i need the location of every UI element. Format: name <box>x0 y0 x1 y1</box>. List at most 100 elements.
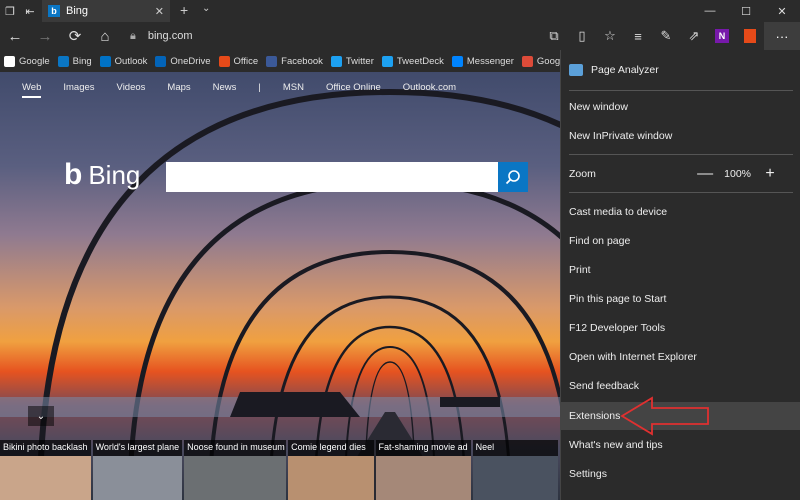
search-button[interactable] <box>498 162 528 192</box>
favorite-item[interactable]: OneDrive <box>155 55 211 67</box>
favorite-item[interactable]: Google <box>4 55 50 67</box>
menu-page-analyzer[interactable]: Page Analyzer <box>561 56 800 84</box>
office-icon[interactable] <box>736 22 764 50</box>
favorite-item[interactable]: Facebook <box>266 55 323 67</box>
news-card[interactable]: Fat-shaming movie ad <box>375 440 471 500</box>
web-note-icon[interactable]: ✎ <box>652 22 680 50</box>
new-tab-icon[interactable]: + <box>180 2 188 18</box>
favorite-star-icon[interactable]: ☆ <box>596 22 624 50</box>
hub-icon[interactable]: ≡ <box>624 22 652 50</box>
news-card[interactable]: Neel <box>472 440 558 500</box>
zoom-in-button[interactable]: + <box>759 165 781 183</box>
close-window-button[interactable]: ✕ <box>764 0 800 22</box>
collapse-news-button[interactable]: ⌄ <box>28 406 54 426</box>
maximize-button[interactable]: ☐ <box>728 0 764 22</box>
news-thumbnail <box>288 456 374 500</box>
favorite-icon <box>451 55 463 67</box>
favorite-icon <box>4 55 15 67</box>
bing-nav-link[interactable]: News <box>213 82 237 98</box>
menu-print[interactable]: Print <box>561 256 800 284</box>
onenote-icon[interactable]: N <box>708 22 736 50</box>
favorite-icon <box>218 55 230 67</box>
tab-manager-icon[interactable]: ❐ <box>0 0 20 22</box>
news-card[interactable]: World's largest plane <box>92 440 183 500</box>
news-thumbnail <box>375 456 471 500</box>
favorite-icon <box>57 55 69 67</box>
favorite-icon <box>330 55 342 67</box>
news-thumbnail <box>472 456 558 500</box>
news-caption: Neel <box>472 440 558 456</box>
chevron-down-icon[interactable]: ⌄ <box>202 3 210 14</box>
search-input[interactable] <box>166 162 498 192</box>
url-text: bing.com <box>147 30 193 42</box>
news-thumbnail <box>184 456 287 500</box>
minimize-button[interactable]: — <box>692 0 728 22</box>
menu-settings[interactable]: Settings <box>561 460 800 488</box>
search-icon <box>505 170 520 185</box>
address-bar[interactable]: 🔒︎ bing.com <box>130 22 193 50</box>
menu-new-window[interactable]: New window <box>561 93 800 121</box>
favorite-icon <box>99 55 111 67</box>
bing-nav-link[interactable]: Web <box>22 82 42 98</box>
extension-icon[interactable]: ⧉ <box>540 22 568 50</box>
menu-extensions[interactable]: Extensions <box>561 402 800 430</box>
menu-pin-to-start[interactable]: Pin this page to Start <box>561 285 800 313</box>
bing-nav-link[interactable]: Videos <box>117 82 146 98</box>
favorite-icon <box>381 55 393 67</box>
bing-nav-link[interactable]: Images <box>63 82 94 98</box>
menu-cast-media[interactable]: Cast media to device <box>561 198 800 226</box>
favorite-icon <box>521 55 533 67</box>
title-bar: ❐ ⇤ b Bing ✕ + ⌄ — ☐ ✕ <box>0 0 800 22</box>
favorite-label: Office <box>233 55 259 67</box>
bing-nav-link[interactable]: MSN <box>283 82 304 98</box>
news-card[interactable]: Noose found in museum <box>184 440 287 500</box>
bing-favicon: b <box>48 5 60 17</box>
nav-separator: | <box>258 82 261 93</box>
news-caption: Noose found in museum <box>184 440 287 456</box>
menu-zoom: Zoom — 100% + <box>561 160 800 188</box>
bing-nav-link[interactable]: Office Online <box>326 82 381 98</box>
menu-find-on-page[interactable]: Find on page <box>561 227 800 255</box>
menu-send-feedback[interactable]: Send feedback <box>561 372 800 400</box>
menu-f12-tools[interactable]: F12 Developer Tools <box>561 314 800 342</box>
bing-nav-link[interactable]: Maps <box>167 82 190 98</box>
share-icon[interactable]: ⇗ <box>680 22 708 50</box>
favorite-label: Outlook <box>114 55 148 67</box>
tab-bing[interactable]: b Bing ✕ <box>42 0 170 22</box>
menu-whats-new[interactable]: What's new and tips <box>561 431 800 459</box>
bing-b-icon: b <box>64 158 83 191</box>
bing-nav-link[interactable]: Outlook.com <box>403 82 456 98</box>
news-card[interactable]: Bikini photo backlash <box>0 440 91 500</box>
back-button[interactable]: ← <box>0 22 30 50</box>
favorite-item[interactable]: TweetDeck <box>381 55 444 67</box>
favorite-item[interactable]: Outlook <box>99 55 148 67</box>
pier-arches-image <box>0 88 560 500</box>
news-thumbnail <box>0 456 91 500</box>
menu-new-inprivate-window[interactable]: New InPrivate window <box>561 122 800 150</box>
tab-back-icon[interactable]: ⇤ <box>20 0 40 22</box>
zoom-out-button[interactable]: — <box>694 165 716 183</box>
page-analyzer-icon <box>569 64 583 76</box>
favorite-label: OneDrive <box>170 55 211 67</box>
favorite-label: Messenger <box>466 55 514 67</box>
menu-open-with-ie[interactable]: Open with Internet Explorer <box>561 343 800 371</box>
favorite-item[interactable]: Twitter <box>330 55 374 67</box>
zoom-value: 100% <box>724 168 751 180</box>
close-tab-icon[interactable]: ✕ <box>155 5 164 18</box>
news-caption: Bikini photo backlash <box>0 440 91 456</box>
lock-icon: 🔒︎ <box>130 29 136 42</box>
refresh-button[interactable]: ⟳ <box>60 22 90 50</box>
favorite-item[interactable]: Messenger <box>451 55 514 67</box>
favorite-label: TweetDeck <box>396 55 444 67</box>
more-actions-button[interactable]: ··· <box>764 22 800 50</box>
forward-button[interactable]: → <box>30 22 60 50</box>
more-actions-menu: Page Analyzer New window New InPrivate w… <box>560 50 800 500</box>
news-card[interactable]: Comie legend dies <box>288 440 374 500</box>
favorite-item[interactable]: Office <box>218 55 259 67</box>
news-thumbnail <box>92 456 183 500</box>
menu-divider <box>569 90 793 91</box>
home-button[interactable]: ⌂ <box>90 22 120 50</box>
reading-view-icon[interactable]: ▯ <box>568 22 596 50</box>
favorite-item[interactable]: Bing <box>57 55 92 67</box>
news-caption: Fat-shaming movie ad <box>375 440 471 456</box>
